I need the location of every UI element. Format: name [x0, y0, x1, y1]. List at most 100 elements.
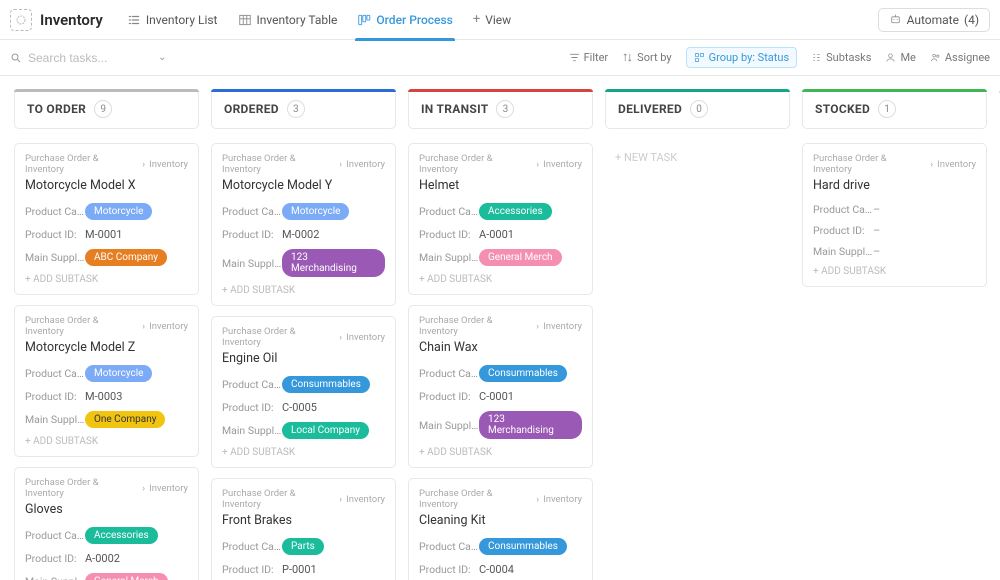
add-subtask-button[interactable]: + ADD SUBTASK	[25, 274, 188, 285]
add-subtask-button[interactable]: + ADD SUBTASK	[222, 447, 385, 458]
add-subtask-button[interactable]: + ADD SUBTASK	[813, 266, 976, 277]
chevron-down-icon[interactable]: ⌄	[158, 52, 166, 63]
field-value[interactable]: M-0003	[85, 390, 122, 403]
field-value[interactable]: C-0001	[479, 390, 514, 403]
subtasks-icon	[811, 52, 822, 63]
breadcrumb: Purchase Order & Inventory›Inventory	[25, 477, 188, 499]
field-value[interactable]: –	[873, 203, 880, 216]
group-icon	[694, 52, 705, 63]
breadcrumb: Purchase Order & Inventory›Inventory	[813, 153, 976, 175]
supplier-pill[interactable]: ABC Company	[85, 249, 167, 266]
category-pill[interactable]: Consummables	[282, 376, 370, 393]
task-card[interactable]: Purchase Order & Inventory›Inventory Glov…	[14, 467, 199, 580]
add-subtask-button[interactable]: + ADD SUBTASK	[25, 436, 188, 447]
filter-button[interactable]: Filter	[569, 51, 609, 64]
group-button[interactable]: Group by: Status	[686, 47, 798, 68]
card-title[interactable]: Motorcycle Model X	[25, 178, 188, 193]
task-card[interactable]: Purchase Order & Inventory›InventoryClea…	[408, 478, 593, 580]
task-card[interactable]: Purchase Order & Inventory›Inventory Moto…	[14, 305, 199, 457]
sort-button[interactable]: Sort by	[622, 51, 671, 64]
search-icon	[10, 52, 22, 64]
field-value[interactable]: M-0001	[85, 228, 122, 241]
breadcrumb: Purchase Order & Inventory›Inventory	[25, 315, 188, 337]
supplier-pill[interactable]: 123 Merchandising	[479, 411, 582, 439]
category-pill[interactable]: Motorcycle	[282, 203, 349, 220]
card-title[interactable]: Motorcycle Model Y	[222, 178, 385, 193]
card-title[interactable]: Helmet	[419, 178, 582, 193]
column-header[interactable]: STOCKED1	[802, 90, 987, 129]
category-pill[interactable]: Consummables	[479, 538, 567, 555]
field-value[interactable]: A-0002	[85, 552, 120, 565]
category-pill[interactable]: Motorcycle	[85, 365, 152, 382]
field-label: Product Cat…	[25, 529, 85, 542]
search-input[interactable]	[28, 51, 148, 65]
supplier-pill[interactable]: General Merch	[85, 573, 168, 580]
task-card[interactable]: Purchase Order & Inventory›Inventory Hard…	[802, 143, 987, 287]
field-value[interactable]: C-0005	[282, 401, 317, 414]
card-title[interactable]: Cleaning Kit	[419, 513, 582, 528]
task-card[interactable]: Purchase Order & Inventory›InventoryChai…	[408, 305, 593, 468]
field-label: Product ID:	[813, 224, 873, 237]
supplier-pill[interactable]: Local Company	[282, 422, 369, 439]
new-task-button[interactable]: + NEW TASK	[605, 143, 790, 172]
field-value[interactable]: A-0001	[479, 228, 514, 241]
view-tab-order-process[interactable]: Order Process	[347, 0, 462, 40]
card-title[interactable]: Motorcycle Model Z	[25, 340, 188, 355]
field-value[interactable]: C-0004	[479, 563, 514, 576]
field-label: Product ID:	[222, 563, 282, 576]
person-icon	[885, 52, 896, 63]
column-header[interactable]: TO ORDER9	[14, 90, 199, 129]
field-label: Product Cat…	[222, 378, 282, 391]
views-container: Inventory ListInventory TableOrder Proce…	[117, 0, 521, 40]
card-title[interactable]: Front Brakes	[222, 513, 385, 528]
supplier-pill[interactable]: General Merch	[479, 249, 562, 266]
field-value[interactable]: P-0001	[282, 563, 317, 576]
supplier-pill[interactable]: One Company	[85, 411, 165, 428]
assignee-button[interactable]: Assignee	[930, 51, 990, 64]
breadcrumb: Purchase Order & Inventory›Inventory	[222, 488, 385, 510]
column-body: Purchase Order & Inventory›Inventory Hard…	[802, 143, 987, 297]
column-header[interactable]: ORDERED3	[211, 90, 396, 129]
field-label: Main Supplier:	[25, 251, 85, 264]
category-pill[interactable]: Parts	[282, 538, 324, 555]
column-title: ORDERED	[224, 102, 279, 116]
me-button[interactable]: Me	[885, 51, 915, 64]
supplier-pill[interactable]: 123 Merchandising	[282, 249, 385, 277]
view-tab-view[interactable]: +View	[463, 0, 521, 40]
column-header[interactable]: DELIVERED0	[605, 90, 790, 129]
category-pill[interactable]: Accessories	[479, 203, 552, 220]
task-card[interactable]: Purchase Order & Inventory›Inventory Fron…	[211, 478, 396, 580]
field-label: Product ID:	[25, 390, 85, 403]
view-tab-inventory-table[interactable]: Inventory Table	[228, 0, 348, 40]
card-title[interactable]: Gloves	[25, 502, 188, 517]
column-header[interactable]: IN TRANSIT3	[408, 90, 593, 129]
task-card[interactable]: Purchase Order & Inventory›InventoryMoto…	[211, 143, 396, 306]
task-card[interactable]: Purchase Order & Inventory›InventoryEngi…	[211, 316, 396, 468]
field-value[interactable]: –	[873, 245, 880, 258]
category-pill[interactable]: Consummables	[479, 365, 567, 382]
field-label: Main Supplier:	[25, 413, 85, 426]
field-label: Main Supplier:	[222, 257, 282, 270]
toolbar: ⌄ Filter Sort by Group by: Status Subtas…	[0, 40, 1000, 76]
column-count: 0	[690, 100, 708, 118]
view-tab-inventory-list[interactable]: Inventory List	[117, 0, 228, 40]
field-value[interactable]: –	[873, 224, 880, 237]
add-subtask-button[interactable]: + ADD SUBTASK	[222, 285, 385, 296]
field-value[interactable]: M-0002	[282, 228, 319, 241]
category-pill[interactable]: Accessories	[85, 527, 158, 544]
search-wrap[interactable]: ⌄	[10, 51, 166, 65]
subtasks-button[interactable]: Subtasks	[811, 51, 871, 64]
field-label: Product ID:	[419, 390, 479, 403]
automate-button[interactable]: Automate (4)	[878, 8, 990, 32]
category-pill[interactable]: Motorcycle	[85, 203, 152, 220]
column-to-order: TO ORDER9 Purchase Order & Inventory›Inve…	[14, 90, 199, 580]
field-label: Product Cat…	[25, 367, 85, 380]
card-title[interactable]: Engine Oil	[222, 351, 385, 366]
task-card[interactable]: Purchase Order & Inventory›InventoryHelm…	[408, 143, 593, 295]
card-title[interactable]: Chain Wax	[419, 340, 582, 355]
add-subtask-button[interactable]: + ADD SUBTASK	[419, 274, 582, 285]
add-subtask-button[interactable]: + ADD SUBTASK	[419, 447, 582, 458]
task-card[interactable]: Purchase Order & Inventory›InventoryMoto…	[14, 143, 199, 295]
automate-count: (4)	[964, 13, 979, 27]
card-title[interactable]: Hard drive	[813, 178, 976, 193]
